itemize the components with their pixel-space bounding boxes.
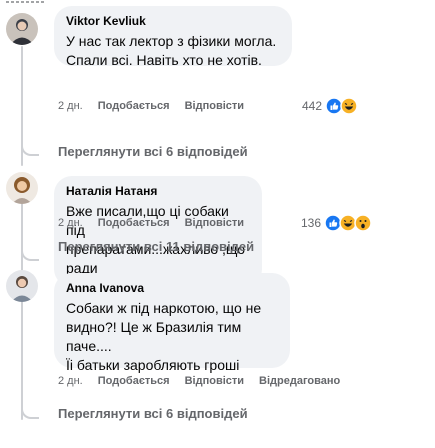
avatar[interactable] bbox=[6, 270, 38, 302]
reply-button[interactable]: Відповісти bbox=[185, 375, 244, 387]
wow-icon bbox=[354, 214, 372, 232]
comment-text: У нас так лектор з фізики могла. Спали в… bbox=[66, 33, 277, 68]
comment-actions: 2 дн. Подобається Відповісти bbox=[58, 96, 259, 116]
view-replies-link[interactable]: Переглянути всі 11 відповідей bbox=[58, 236, 254, 256]
view-replies-link[interactable]: Переглянути всі 6 відповідей bbox=[58, 141, 248, 161]
thread-line bbox=[21, 300, 23, 420]
reply-connector bbox=[21, 140, 39, 156]
comment-time[interactable]: 2 дн. bbox=[58, 217, 83, 229]
reaction-count: 442 bbox=[302, 99, 323, 113]
comment-bubble: Viktor Kevliuk У нас так лектор з фізики… bbox=[54, 6, 292, 68]
reply-connector bbox=[21, 245, 39, 261]
like-button[interactable]: Подобається bbox=[98, 217, 170, 229]
comment-bubble: Anna Ivanova Собаки ж під наркотою, що н… bbox=[54, 273, 290, 373]
reaction-count: 136 bbox=[301, 216, 322, 230]
like-button[interactable]: Подобається bbox=[98, 100, 170, 112]
view-replies-link[interactable]: Переглянути всі 6 відповідей bbox=[58, 403, 248, 423]
comment-time[interactable]: 2 дн. bbox=[58, 375, 83, 387]
comment-author[interactable]: Наталія Натаня bbox=[66, 184, 250, 199]
comment-actions-3: 2 дн. Подобається Відповісти Відредагова… bbox=[58, 371, 355, 391]
reply-button[interactable]: Відповісти bbox=[185, 100, 244, 112]
comment-text: Собаки ж під наркотою, що не видно?! Це … bbox=[66, 300, 262, 373]
reply-connector bbox=[21, 403, 39, 419]
haha-icon bbox=[340, 97, 358, 115]
comment-time[interactable]: 2 дн. bbox=[58, 100, 83, 112]
top-divider bbox=[6, 1, 44, 3]
comment-actions-2: 2 дн. Подобається Відповісти bbox=[58, 213, 259, 233]
reaction-summary[interactable]: 442 bbox=[302, 96, 358, 116]
comment-author[interactable]: Anna Ivanova bbox=[66, 281, 278, 296]
edited-label: Відредаговано bbox=[259, 375, 341, 387]
reply-button[interactable]: Відповісти bbox=[185, 217, 244, 229]
avatar[interactable] bbox=[6, 13, 38, 45]
like-button[interactable]: Подобається bbox=[98, 375, 170, 387]
comment-author[interactable]: Viktor Kevliuk bbox=[66, 14, 280, 29]
reaction-summary[interactable]: 136 bbox=[301, 213, 372, 233]
avatar[interactable] bbox=[6, 172, 38, 204]
